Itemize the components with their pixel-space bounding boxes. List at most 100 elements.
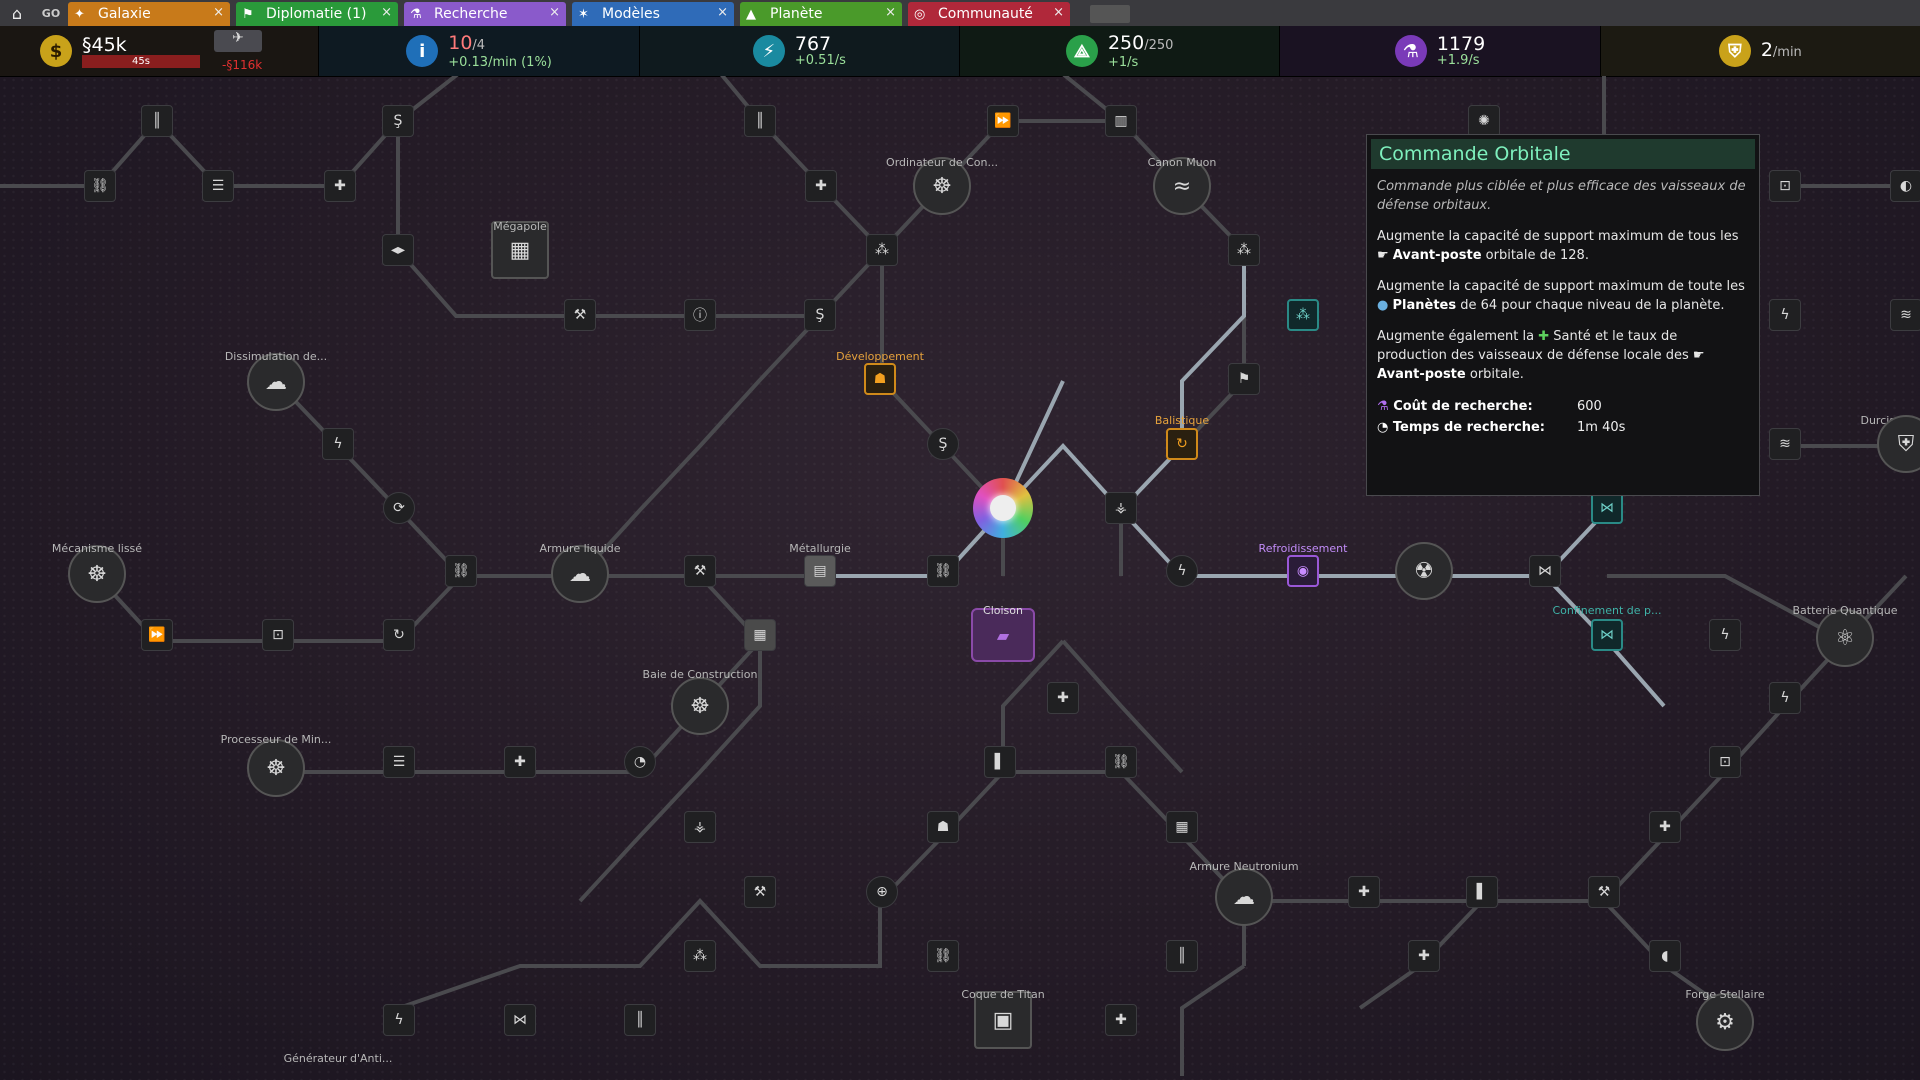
node-cycle[interactable]: ⟳	[383, 492, 415, 524]
node-credits[interactable]: Ş	[382, 105, 414, 137]
tab-diplomatie[interactable]: ⚑ Diplomatie (1) ×	[236, 2, 398, 26]
tab-recherche[interactable]: ⚗ Recherche ×	[404, 2, 566, 26]
influence-resource[interactable]: i 10/4 +0.13/min (1%)	[319, 26, 640, 76]
node-forge[interactable]: ⚙	[1696, 993, 1754, 1051]
node-info[interactable]: ⓘ	[684, 299, 716, 331]
node-target[interactable]: ⊡	[1709, 746, 1741, 778]
node-chain[interactable]: ⛓	[927, 555, 959, 587]
node-baie[interactable]: ☸	[671, 677, 729, 735]
node-target[interactable]: ⊡	[262, 619, 294, 651]
energy-resource[interactable]: ⚡ 767 +0.51/s	[639, 26, 961, 76]
node-insect[interactable]: ✺	[1468, 105, 1500, 137]
defense-value: 2	[1760, 38, 1773, 61]
node-energy-gear[interactable]: ϟ	[1166, 555, 1198, 587]
node-target[interactable]: ⊡	[1769, 170, 1801, 202]
research-resource[interactable]: ⚗ 1179 +1.9/s	[1280, 26, 1601, 76]
node-crosshair[interactable]: ⊕	[866, 876, 898, 908]
node-dna[interactable]: ⋈	[504, 1004, 536, 1036]
node-credits[interactable]: Ş	[804, 299, 836, 331]
node-repair[interactable]: ✚	[1649, 811, 1681, 843]
node-ammo[interactable]: ║	[141, 105, 173, 137]
node-repair[interactable]: ✚	[504, 746, 536, 778]
tab-galaxie[interactable]: ✦ Galaxie ×	[68, 2, 230, 26]
close-icon[interactable]: ×	[549, 5, 560, 20]
node-wave[interactable]: ≋	[1769, 428, 1801, 460]
tab-modeles[interactable]: ✶ Modèles ×	[572, 2, 734, 26]
node-balistique[interactable]: ↻	[1166, 428, 1198, 460]
node-chain[interactable]: ⛓	[445, 555, 477, 587]
node-brain[interactable]: ☗	[927, 811, 959, 843]
node-credits-gear[interactable]: Ş	[927, 428, 959, 460]
node-speaker[interactable]: ◂▸	[382, 234, 414, 266]
node-hammer[interactable]: ⚒	[1588, 876, 1620, 908]
defense-resource[interactable]: ⛨ 2/min	[1600, 26, 1920, 76]
new-tab-button[interactable]	[1090, 5, 1130, 23]
node-energy[interactable]: ϟ	[1769, 299, 1801, 331]
node-chain[interactable]: ⛓	[84, 170, 116, 202]
node-reactor[interactable]: ☢	[1395, 542, 1453, 600]
node-barrier[interactable]: ▌	[984, 746, 1016, 778]
node-rotate[interactable]: ↻	[383, 619, 415, 651]
node-barrier[interactable]: ▌	[1466, 876, 1498, 908]
node-chain[interactable]: ⛓	[1105, 746, 1137, 778]
research-tooltip: Commande Orbitale Commande plus ciblée e…	[1366, 134, 1760, 496]
ftl-resource[interactable]: ⟁ 250/250 +1/s	[960, 26, 1281, 76]
node-hammer[interactable]: ⚒	[684, 555, 716, 587]
node-chain[interactable]: ⛓	[927, 940, 959, 972]
node-ammo[interactable]: ║	[744, 105, 776, 137]
tooltip-title: Commande Orbitale	[1371, 139, 1755, 169]
close-icon[interactable]: ×	[717, 5, 728, 20]
tab-planete[interactable]: ▲ Planète ×	[740, 2, 902, 26]
node-ammo[interactable]: ║	[624, 1004, 656, 1036]
node-energy[interactable]: ϟ	[322, 428, 354, 460]
node-fleet[interactable]: ⁂	[684, 940, 716, 972]
node-repair[interactable]: ✚	[1047, 682, 1079, 714]
node-repair[interactable]: ✚	[1408, 940, 1440, 972]
node-armure-neutronium[interactable]: ☁	[1215, 868, 1273, 926]
node-core-research[interactable]	[973, 478, 1033, 538]
money-resource[interactable]: $ §45k 45s ✈ -§116k	[0, 26, 320, 76]
node-wave[interactable]: ≋	[1890, 299, 1920, 331]
node-hammer[interactable]: ⚒	[744, 876, 776, 908]
node-dna[interactable]: ⋈	[1529, 555, 1561, 587]
go-button[interactable]: GO	[34, 0, 68, 26]
node-fastforward[interactable]: ⏩	[141, 619, 173, 651]
node-ammo[interactable]: ║	[1166, 940, 1198, 972]
node-flag[interactable]: ⚑	[1228, 363, 1260, 395]
close-icon[interactable]: ×	[885, 5, 896, 20]
node-fleet[interactable]: ⁂	[866, 234, 898, 266]
close-icon[interactable]: ×	[1053, 5, 1064, 20]
node-processeur[interactable]: ☸	[247, 739, 305, 797]
node-refroidissement[interactable]: ◉	[1287, 555, 1319, 587]
node-commande-orbitale[interactable]: ⁂	[1287, 299, 1319, 331]
node-drill[interactable]: ◖	[1649, 940, 1681, 972]
node-developpement[interactable]: ☗	[864, 363, 896, 395]
node-module[interactable]: ▦	[1166, 811, 1198, 843]
node-repair[interactable]: ✚	[1105, 1004, 1137, 1036]
node-spider[interactable]: ⚶	[684, 811, 716, 843]
node-batterie[interactable]: ⚛	[1816, 609, 1874, 667]
node-energy[interactable]: ϟ	[1709, 619, 1741, 651]
node-teal-link[interactable]: ⋈	[1591, 492, 1623, 524]
node-fastforward[interactable]: ⏩	[987, 105, 1019, 137]
node-confinement[interactable]: ⋈	[1591, 619, 1623, 651]
node-document[interactable]: ☰	[202, 170, 234, 202]
node-energy[interactable]: ϟ	[383, 1004, 415, 1036]
node-gauge[interactable]: ◔	[624, 746, 656, 778]
node-module[interactable]: ▦	[744, 619, 776, 651]
node-gauge[interactable]: ◐	[1890, 170, 1920, 202]
node-spider[interactable]: ⚶	[1105, 492, 1137, 524]
node-repair[interactable]: ✚	[1348, 876, 1380, 908]
node-metallurgie[interactable]: ▤	[804, 555, 836, 587]
node-hammer[interactable]: ⚒	[564, 299, 596, 331]
node-fleet[interactable]: ⁂	[1228, 234, 1260, 266]
node-document[interactable]: ☰	[383, 746, 415, 778]
node-plating[interactable]: ▥	[1105, 105, 1137, 137]
node-repair[interactable]: ✚	[805, 170, 837, 202]
node-repair[interactable]: ✚	[324, 170, 356, 202]
node-energy[interactable]: ϟ	[1769, 682, 1801, 714]
tab-communaute[interactable]: ◎ Communauté ×	[908, 2, 1070, 26]
home-icon[interactable]: ⌂	[0, 0, 34, 26]
close-icon[interactable]: ×	[381, 5, 392, 20]
close-icon[interactable]: ×	[213, 5, 224, 20]
